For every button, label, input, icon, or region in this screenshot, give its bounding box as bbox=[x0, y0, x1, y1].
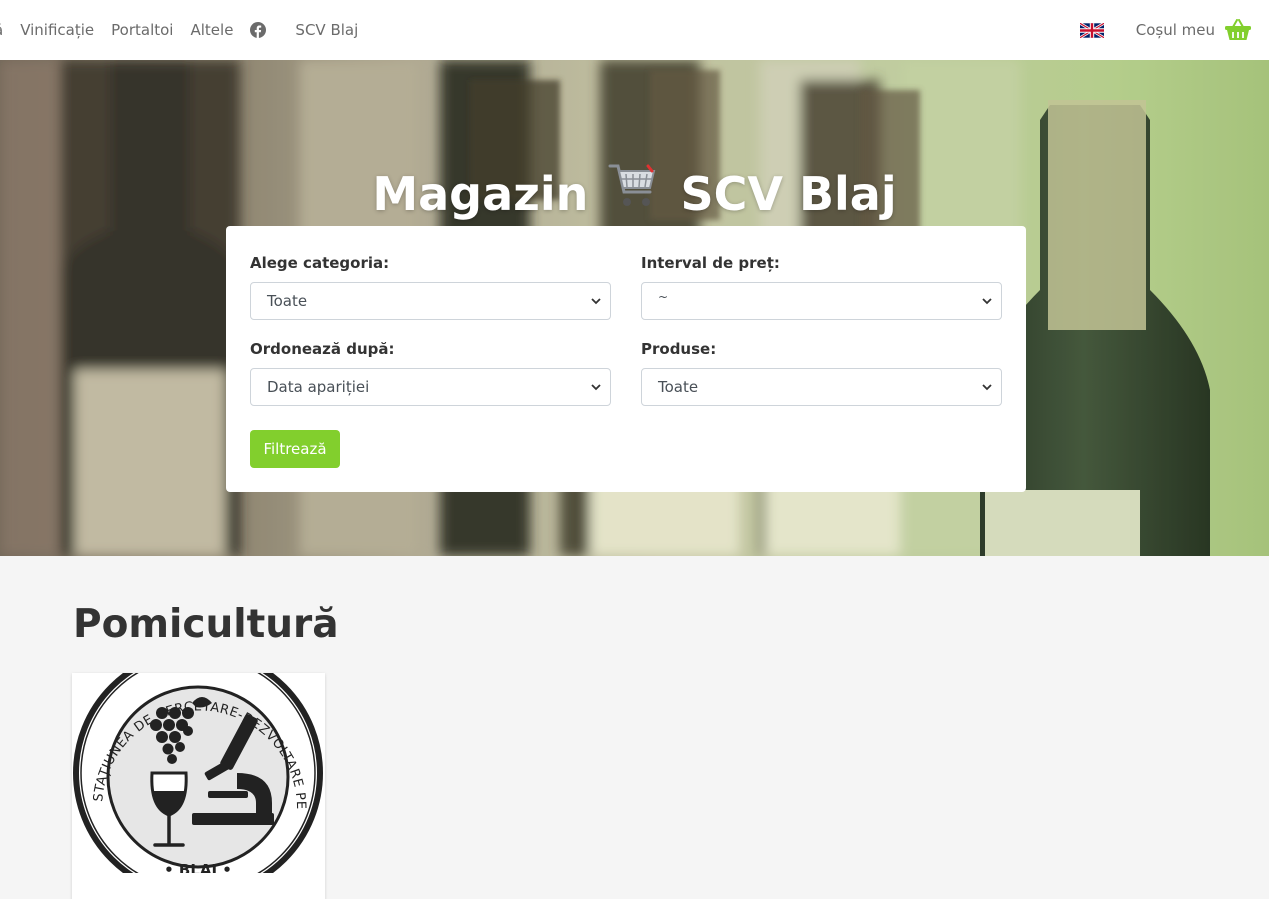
sort-select-value: Data apariției bbox=[267, 378, 370, 396]
basket-icon[interactable] bbox=[1225, 19, 1251, 41]
logo-bottom-text: • BLAJ • bbox=[164, 861, 232, 873]
category-field: Alege categoria: bbox=[250, 254, 389, 272]
price-label: Interval de preț: bbox=[641, 254, 780, 272]
price-field: Interval de preț: bbox=[641, 254, 780, 272]
chevron-down-icon bbox=[982, 384, 992, 391]
products-label: Produse: bbox=[641, 340, 717, 358]
hero-title-right: SCV Blaj bbox=[680, 167, 897, 221]
hero-title-left: Magazin bbox=[372, 167, 589, 221]
top-navbar: ă Vinificație Portaltoi Altele SCV Blaj … bbox=[0, 0, 1269, 60]
products-select[interactable]: Toate bbox=[641, 368, 1002, 406]
filter-form: Alege categoria: Toate Interval de preț:… bbox=[226, 226, 1026, 492]
nav-right: Coșul meu bbox=[1079, 0, 1251, 60]
category-select-value: Toate bbox=[267, 292, 308, 310]
sort-field: Ordonează după: bbox=[250, 340, 395, 358]
sort-label: Ordonează după: bbox=[250, 340, 395, 358]
shopping-cart-icon bbox=[608, 164, 656, 206]
nav-item-partial[interactable]: ă bbox=[0, 21, 3, 39]
uk-flag-icon[interactable] bbox=[1079, 22, 1104, 38]
chevron-down-icon bbox=[982, 298, 992, 305]
price-select-value: ~ bbox=[658, 290, 669, 304]
price-select[interactable]: ~ bbox=[641, 282, 1002, 320]
category-title: Pomicultură bbox=[73, 602, 339, 647]
products-select-value: Toate bbox=[658, 378, 699, 396]
filter-submit-button[interactable]: Filtrează bbox=[250, 430, 340, 468]
nav-item-vinificatie[interactable]: Vinificație bbox=[20, 21, 94, 39]
facebook-icon[interactable] bbox=[250, 22, 267, 38]
nav-item-portaltoi[interactable]: Portaltoi bbox=[111, 21, 173, 39]
chevron-down-icon bbox=[591, 298, 601, 305]
chevron-down-icon bbox=[591, 384, 601, 391]
product-card[interactable]: STAȚIUNEA DE CERCETARE-DEZVOLTARE PENTRU… bbox=[72, 673, 325, 899]
cart-link[interactable]: Coșul meu bbox=[1136, 21, 1215, 39]
hero-title: Magazin SCV Blaj bbox=[0, 162, 1269, 221]
category-select[interactable]: Toate bbox=[250, 282, 611, 320]
category-label: Alege categoria: bbox=[250, 254, 390, 272]
nav-menu: ă Vinificație Portaltoi Altele SCV Blaj bbox=[0, 0, 358, 60]
nav-brand-scv-blaj[interactable]: SCV Blaj bbox=[295, 21, 358, 39]
nav-item-altele[interactable]: Altele bbox=[190, 21, 233, 39]
scv-blaj-logo-image: STAȚIUNEA DE CERCETARE-DEZVOLTARE PENTRU… bbox=[72, 673, 323, 873]
sort-select[interactable]: Data apariției bbox=[250, 368, 611, 406]
products-field: Produse: bbox=[641, 340, 716, 358]
